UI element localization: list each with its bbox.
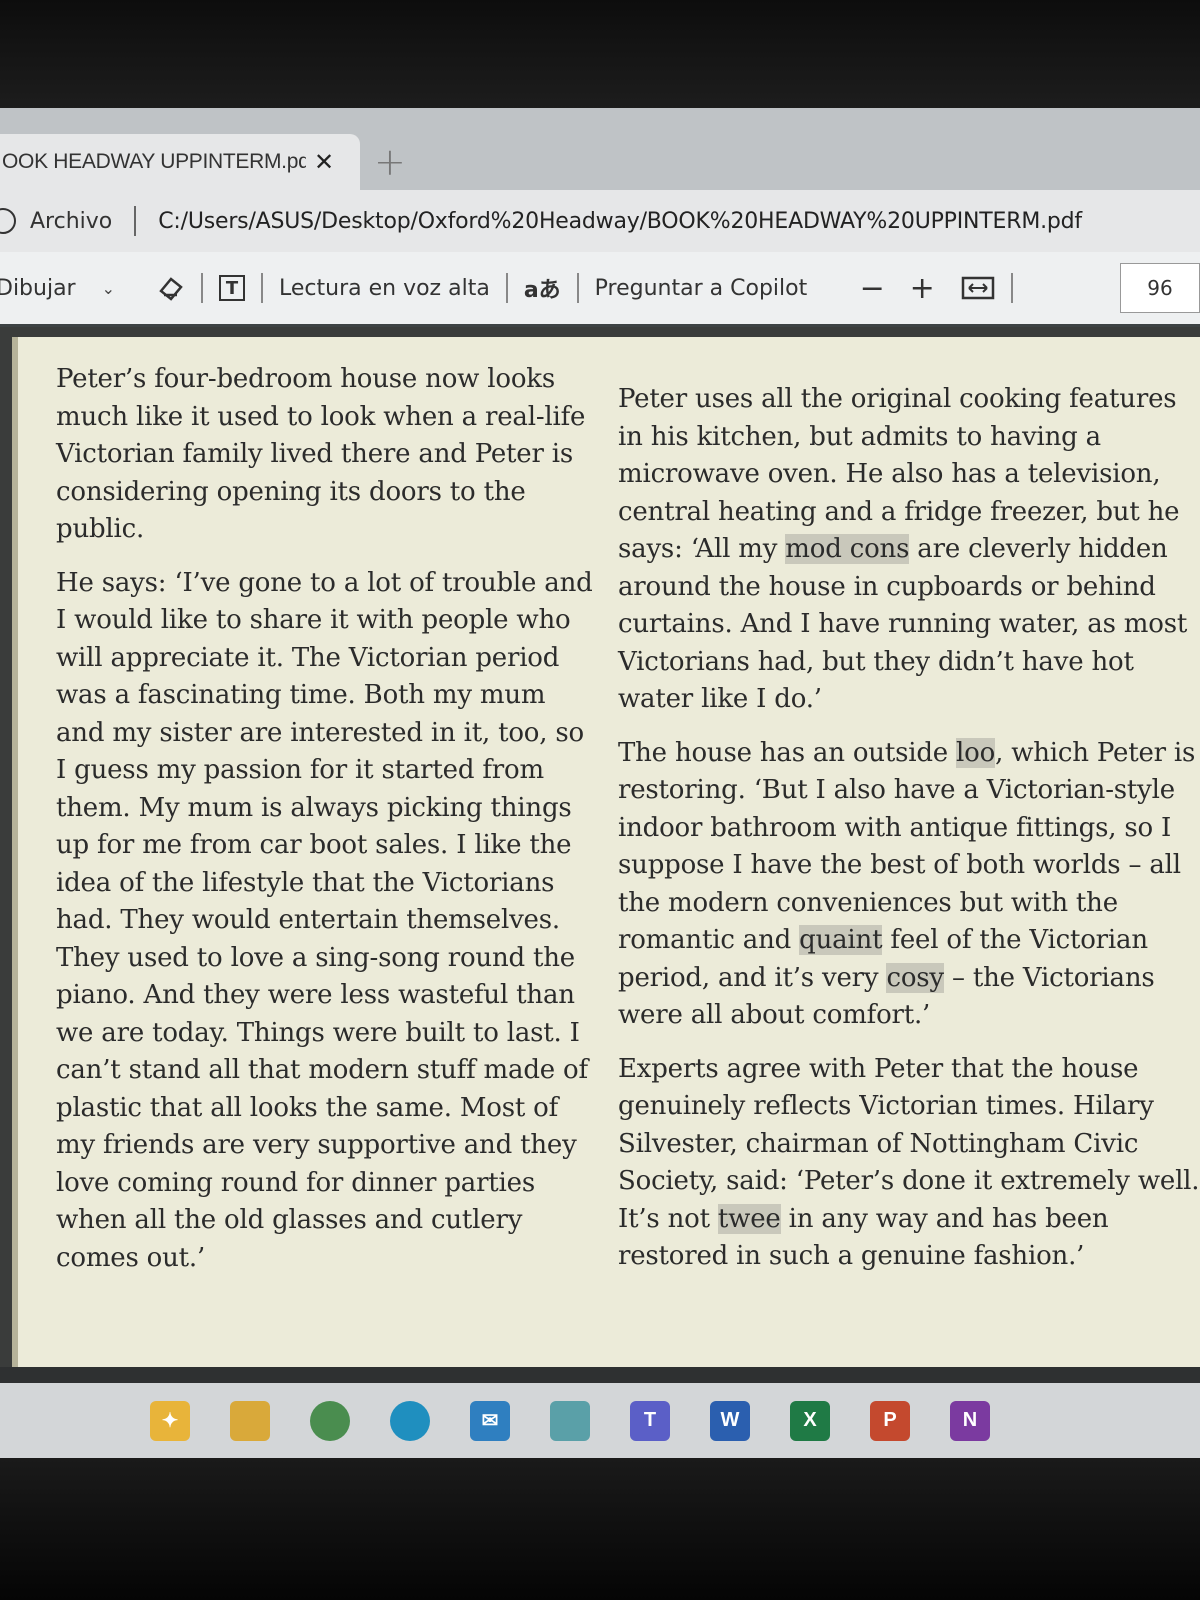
paragraph: Peter’s four-bedroom house now looks muc… xyxy=(56,364,586,544)
viewer-bottom-edge xyxy=(0,1367,1200,1383)
fit-width-icon[interactable] xyxy=(961,275,995,301)
chat-icon[interactable] xyxy=(550,1400,590,1441)
monitor-bezel-top xyxy=(0,0,1200,110)
browser-window: OOK HEADWAY UPPINTERM.pd ✕ + Archivo C:/… xyxy=(0,108,1200,1458)
divider xyxy=(134,206,137,236)
paragraph: He says: ‘I’ve gone to a lot of trouble … xyxy=(56,567,593,1273)
draw-button[interactable]: Dibujar xyxy=(0,276,76,301)
tab-pdf[interactable]: OOK HEADWAY UPPINTERM.pd ✕ xyxy=(0,134,360,190)
onenote-icon[interactable]: N xyxy=(950,1400,990,1441)
highlighted-word: loo xyxy=(956,737,996,768)
translate-icon[interactable]: aあ xyxy=(524,272,561,304)
pdf-page: Peter’s four-bedroom house now looks muc… xyxy=(12,337,1200,1367)
paragraph: Experts agree with Peter that the house … xyxy=(618,1053,1200,1272)
powerpoint-icon[interactable]: P xyxy=(870,1400,910,1441)
close-icon[interactable]: ✕ xyxy=(314,148,334,176)
paragraph: The house has an outside loo, which Pete… xyxy=(618,737,1196,1030)
copilot-icon[interactable]: ✦ xyxy=(150,1400,190,1441)
text-icon[interactable]: T xyxy=(219,275,246,301)
ask-copilot-button[interactable]: Preguntar a Copilot xyxy=(595,276,808,301)
url-field[interactable]: C:/Users/ASUS/Desktop/Oxford%20Headway/B… xyxy=(158,209,1082,234)
divider xyxy=(505,273,508,303)
divider xyxy=(201,273,204,303)
chevron-down-icon[interactable]: ⌄ xyxy=(102,279,115,298)
paragraph: Peter uses all the original cooking feat… xyxy=(618,384,1188,714)
read-aloud-button[interactable]: Lectura en voz alta xyxy=(279,276,490,301)
file-label: Archivo xyxy=(30,208,113,234)
zoom-out-button[interactable]: − xyxy=(847,271,897,306)
teams-icon[interactable]: T xyxy=(630,1400,670,1441)
monitor-bezel-bottom xyxy=(0,1458,1200,1600)
chrome-icon[interactable] xyxy=(310,1400,350,1441)
new-tab-icon[interactable]: + xyxy=(374,140,406,184)
info-icon[interactable] xyxy=(0,208,16,234)
zoom-in-button[interactable]: + xyxy=(897,271,947,306)
file-explorer-icon[interactable] xyxy=(230,1400,270,1441)
tab-strip: OOK HEADWAY UPPINTERM.pd ✕ + xyxy=(0,108,1200,190)
tab-title: OOK HEADWAY UPPINTERM.pd xyxy=(2,150,306,173)
divider xyxy=(1011,273,1014,303)
pdf-toolbar: Dibujar ⌄ T Lectura en voz alta aあ Pregu… xyxy=(0,252,1200,327)
excel-icon[interactable]: X xyxy=(790,1400,830,1441)
highlighted-word: quaint xyxy=(799,925,883,955)
word-icon[interactable]: W xyxy=(710,1400,750,1441)
highlighted-word: mod cons xyxy=(785,534,910,564)
highlighted-word: cosy xyxy=(886,962,944,993)
taskbar: ✦ ✉ T W X P N xyxy=(0,1383,1200,1458)
text-column-left: Peter’s four-bedroom house now looks muc… xyxy=(56,361,596,1293)
address-bar: Archivo C:/Users/ASUS/Desktop/Oxford%20H… xyxy=(0,190,1200,252)
divider xyxy=(576,273,579,303)
divider xyxy=(261,273,264,303)
page-number-field[interactable]: 96 xyxy=(1120,263,1200,313)
eraser-icon[interactable] xyxy=(155,273,185,303)
pdf-viewport[interactable]: Peter’s four-bedroom house now looks muc… xyxy=(0,327,1200,1367)
edge-icon[interactable] xyxy=(390,1400,430,1441)
mail-icon[interactable]: ✉ xyxy=(470,1400,510,1441)
highlighted-word: twee xyxy=(717,1203,781,1234)
text-column-right: Peter uses all the original cooking feat… xyxy=(618,381,1200,1292)
